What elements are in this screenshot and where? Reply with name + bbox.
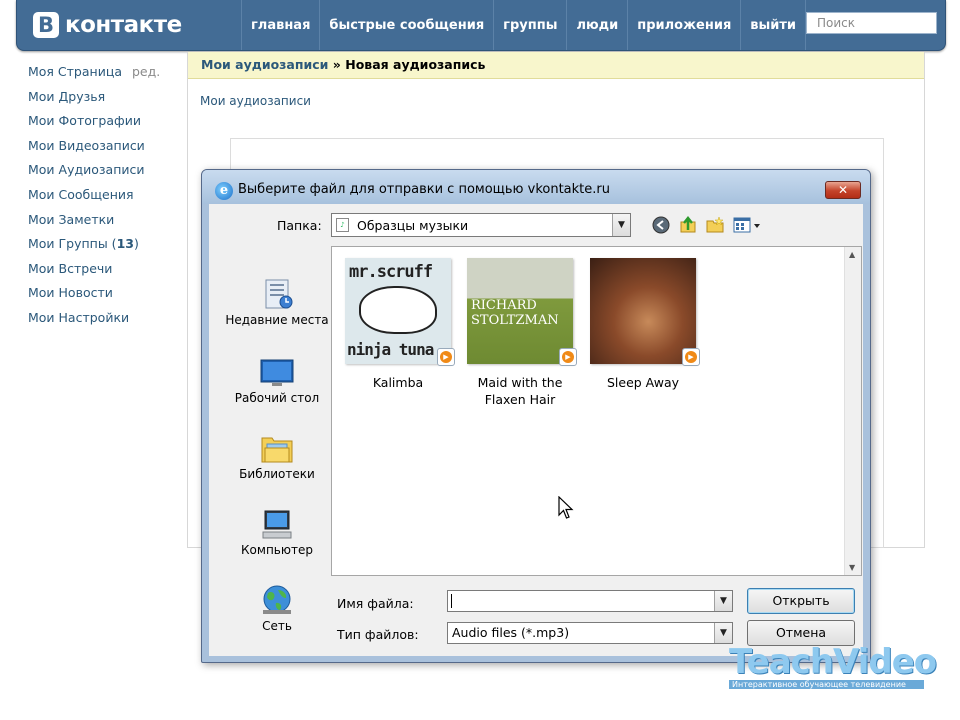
filetype-value: Audio files (*.mp3) xyxy=(452,625,570,640)
breadcrumb-separator: » xyxy=(332,57,341,72)
network-globe-icon xyxy=(260,584,294,616)
breadcrumb-link[interactable]: Мои аудиозаписи xyxy=(201,57,328,72)
edit-link[interactable]: ред. xyxy=(132,64,160,79)
filetype-label: Тип файлов: xyxy=(337,627,419,642)
new-folder-icon[interactable] xyxy=(705,215,725,235)
chevron-down-icon[interactable]: ▼ xyxy=(714,591,732,611)
media-play-icon: ▶ xyxy=(437,348,455,366)
mouse-pointer-icon xyxy=(558,495,574,524)
nav-people[interactable]: люди xyxy=(567,0,629,50)
libraries-icon xyxy=(260,432,294,464)
media-play-icon: ▶ xyxy=(682,348,700,366)
place-label: Недавние места xyxy=(225,313,329,327)
vertical-scrollbar[interactable]: ▲ ▼ xyxy=(844,247,861,575)
nav-home[interactable]: главная xyxy=(242,0,321,50)
place-label: Сеть xyxy=(262,619,292,633)
nav-quick-messages[interactable]: быстрые сообщения xyxy=(320,0,495,50)
place-libraries[interactable]: Библиотеки xyxy=(223,432,331,482)
sidebar-item-label: Мои Группы xyxy=(28,236,108,252)
sidebar-item-label[interactable]: Моя Страница xyxy=(28,64,122,79)
desktop-icon xyxy=(260,356,294,388)
place-label: Компьютер xyxy=(241,543,313,557)
cover-subtitle-kalimba: ninja tuna xyxy=(347,340,434,359)
cover-blob xyxy=(359,286,437,334)
nav-apps[interactable]: приложения xyxy=(628,0,742,50)
breadcrumb: Мои аудиозаписи » Новая аудиозапись xyxy=(188,52,924,79)
place-desktop[interactable]: Рабочий стол xyxy=(223,356,331,406)
place-network[interactable]: Сеть xyxy=(223,584,331,634)
teachvideo-watermark: TeachVideo Интерактивное обучающее телев… xyxy=(729,642,937,690)
dialog-body: Папка: ♪ Образцы музыки ▼ Недавние места xyxy=(209,204,863,656)
search-input[interactable]: Поиск xyxy=(806,12,937,34)
sidebar-item-settings[interactable]: Мои Настройки xyxy=(28,308,188,333)
dialog-title: Выберите файл для отправки с помощью vko… xyxy=(238,182,610,197)
groups-count: 13 xyxy=(116,236,134,252)
close-button[interactable]: ✕ xyxy=(825,181,861,199)
open-button[interactable]: Открыть xyxy=(747,588,855,614)
filetype-select[interactable]: Audio files (*.mp3) ▼ xyxy=(447,622,733,644)
nav-groups[interactable]: группы xyxy=(494,0,568,50)
vk-logo-text: контакте xyxy=(65,12,182,38)
album-cover-kalimba: mr.scruff ninja tuna ▶ xyxy=(345,258,455,366)
sidebar-item-friends[interactable]: Мои Друзья xyxy=(28,87,188,112)
file-item-kalimba[interactable]: mr.scruff ninja tuna ▶ Kalimba xyxy=(339,258,457,391)
top-nav: главная быстрые сообщения группы люди пр… xyxy=(241,0,807,50)
back-icon[interactable] xyxy=(651,215,671,235)
computer-icon xyxy=(260,508,294,540)
sidebar-item-events[interactable]: Мои Встречи xyxy=(28,259,188,284)
audio-tab-link[interactable]: Мои аудиозаписи xyxy=(200,94,311,108)
place-label: Рабочий стол xyxy=(234,391,320,405)
place-label: Библиотеки xyxy=(239,467,315,481)
vk-logo-icon: В xyxy=(33,12,59,38)
file-name: Maid with the Flaxen Hair xyxy=(477,375,563,407)
up-folder-icon[interactable] xyxy=(678,215,698,235)
place-recent[interactable]: Недавние места xyxy=(223,278,331,328)
view-menu-icon[interactable] xyxy=(732,215,764,235)
album-cover-maid: RICHARD STOLTZMAN ▶ xyxy=(467,258,577,366)
chevron-down-icon[interactable]: ▼ xyxy=(714,623,732,643)
file-list-view[interactable]: mr.scruff ninja tuna ▶ Kalimba RICHARD ST… xyxy=(331,246,862,576)
watermark-subtitle: Интерактивное обучающее телевидение xyxy=(729,680,924,689)
cover-title-kalimba: mr.scruff xyxy=(349,262,433,282)
scroll-down-icon[interactable]: ▼ xyxy=(849,563,855,572)
scroll-up-icon[interactable]: ▲ xyxy=(849,250,855,259)
sidebar-item-my-page[interactable]: Моя Страница ред. xyxy=(28,62,188,87)
file-name: Kalimba xyxy=(372,375,424,390)
vk-logo[interactable]: В контакте xyxy=(33,10,182,40)
cover-title-maid: RICHARD STOLTZMAN xyxy=(471,298,559,328)
filename-label: Имя файла: xyxy=(337,596,414,611)
music-folder-icon: ♪ xyxy=(336,218,349,232)
chevron-down-icon[interactable]: ▼ xyxy=(612,214,630,236)
sidebar-item-groups[interactable]: Мои Группы (13) xyxy=(28,234,188,259)
folder-label: Папка: xyxy=(277,218,322,233)
media-play-icon: ▶ xyxy=(559,348,577,366)
filename-input[interactable]: ▼ xyxy=(447,590,733,612)
internet-explorer-icon: e xyxy=(215,182,233,200)
recent-places-icon xyxy=(260,278,294,310)
place-computer[interactable]: Компьютер xyxy=(223,508,331,558)
sidebar-item-videos[interactable]: Мои Видеозаписи xyxy=(28,136,188,161)
folder-select[interactable]: ♪ Образцы музыки ▼ xyxy=(331,213,631,237)
file-item-maid-with-the-flaxen-hair[interactable]: RICHARD STOLTZMAN ▶ Maid with the Flaxen … xyxy=(461,258,579,408)
watermark-title: TeachVideo xyxy=(729,642,937,682)
folder-value: Образцы музыки xyxy=(357,218,469,233)
sidebar-item-news[interactable]: Мои Новости xyxy=(28,283,188,308)
breadcrumb-current: Новая аудиозапись xyxy=(345,57,486,72)
nav-logout[interactable]: выйти xyxy=(741,0,807,50)
places-bar: Недавние места Рабочий стол Библиотеки К… xyxy=(223,246,331,646)
dialog-titlebar[interactable]: e Выберите файл для отправки с помощью v… xyxy=(202,170,870,204)
sidebar-item-audio[interactable]: Мои Аудиозаписи xyxy=(28,160,188,185)
sidebar-item-messages[interactable]: Мои Сообщения xyxy=(28,185,188,210)
file-item-sleep-away[interactable]: ▶ Sleep Away xyxy=(584,258,702,391)
vk-header: В контакте главная быстрые сообщения гру… xyxy=(16,0,946,51)
sidebar-item-notes[interactable]: Мои Заметки xyxy=(28,210,188,235)
text-caret xyxy=(451,594,452,608)
file-name: Sleep Away xyxy=(606,375,680,390)
album-cover-sleep-away: ▶ xyxy=(590,258,700,366)
sidebar-item-photos[interactable]: Мои Фотографии xyxy=(28,111,188,136)
file-open-dialog: e Выберите файл для отправки с помощью v… xyxy=(201,169,871,663)
sidebar: Моя Страница ред. Мои Друзья Мои Фотограф… xyxy=(28,62,188,333)
